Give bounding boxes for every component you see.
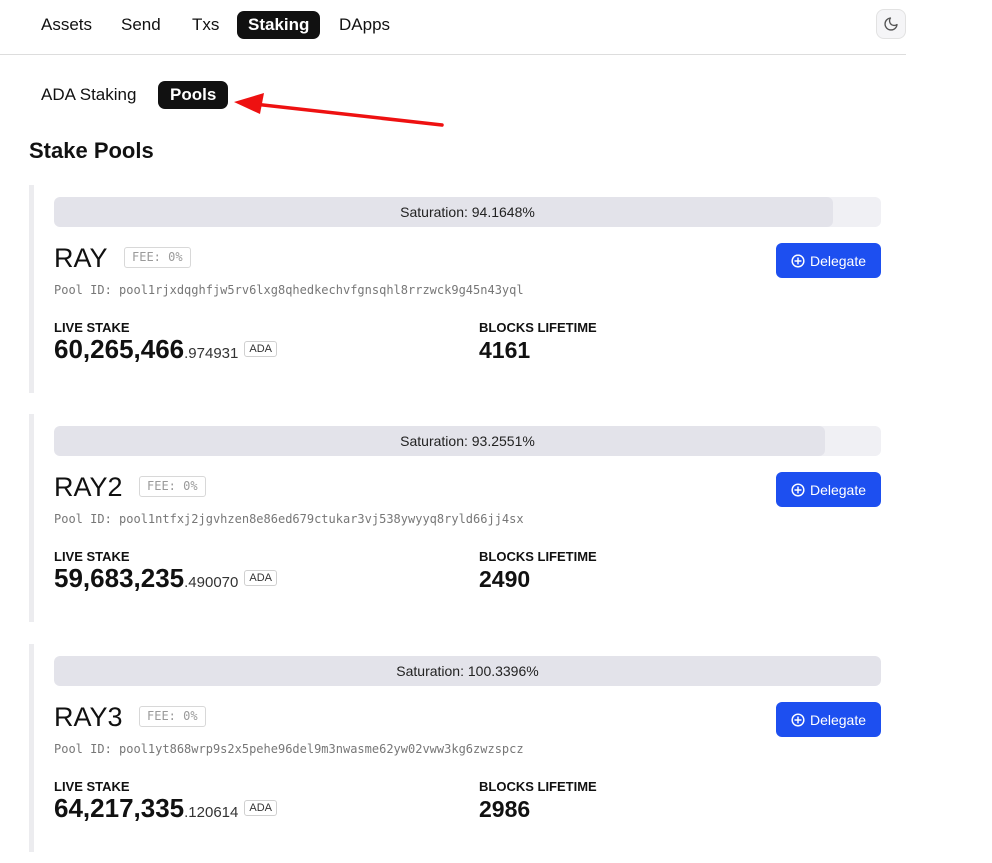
tab-send[interactable]: Send [110, 11, 172, 39]
live-stake-decimal: .974931 [184, 345, 239, 362]
pool-id: Pool ID: pool1ntfxj2jgvhzen8e86ed679ctuk… [54, 512, 524, 526]
pool-name: RAY3 [54, 702, 123, 732]
saturation-bar: Saturation: 93.2551% [54, 426, 881, 456]
page-title: Stake Pools [29, 138, 154, 163]
live-stake-label: LIVE STAKE [54, 320, 130, 335]
saturation-bar: Saturation: 100.3396% [54, 656, 881, 686]
live-stake-label: LIVE STAKE [54, 549, 130, 564]
pool-name: RAY [54, 243, 108, 273]
blocks-lifetime-label: BLOCKS LIFETIME [479, 779, 597, 794]
saturation-label: Saturation: 93.2551% [400, 433, 535, 449]
pool-card: Saturation: 100.3396% RAY3 FEE: 0% Pool … [29, 644, 889, 852]
moon-icon [884, 17, 898, 31]
delegate-label: Delegate [809, 711, 867, 728]
pool-card: Saturation: 93.2551% RAY2 FEE: 0% Pool I… [29, 414, 889, 622]
delegate-label: Delegate [809, 481, 867, 498]
subtab-ada-staking[interactable]: ADA Staking [29, 81, 148, 109]
live-stake-value: 60,265,466 .974931 ADA [54, 334, 277, 365]
pool-name: RAY2 [54, 472, 123, 502]
blocks-lifetime-label: BLOCKS LIFETIME [479, 549, 597, 564]
live-stake-integer: 59,683,235 [54, 563, 185, 593]
live-stake-label: LIVE STAKE [54, 779, 130, 794]
saturation-label: Saturation: 100.3396% [396, 663, 539, 679]
pool-id: Pool ID: pool1rjxdqghfjw5rv6lxg8qhedkech… [54, 283, 524, 297]
live-stake-value: 64,217,335 .120614 ADA [54, 793, 277, 824]
live-stake-value: 59,683,235 .490070 ADA [54, 563, 277, 594]
theme-toggle-button[interactable] [876, 9, 906, 39]
tab-dapps[interactable]: DApps [328, 11, 401, 39]
top-nav: Assets Send Txs Staking DApps [0, 0, 906, 55]
saturation-label: Saturation: 94.1648% [400, 204, 535, 220]
tab-staking[interactable]: Staking [237, 11, 321, 39]
annotation-arrow-icon [234, 93, 444, 127]
fee-badge: FEE: 0% [124, 247, 191, 268]
currency-badge: ADA [244, 570, 277, 586]
blocks-lifetime-value: 4161 [479, 337, 531, 363]
fee-badge: FEE: 0% [139, 476, 206, 497]
tab-assets[interactable]: Assets [30, 11, 103, 39]
delegate-button[interactable]: Delegate [776, 702, 881, 737]
live-stake-integer: 60,265,466 [54, 334, 185, 364]
blocks-lifetime-value: 2986 [479, 796, 531, 822]
blocks-lifetime-value: 2490 [479, 566, 531, 592]
delegate-button[interactable]: Delegate [776, 243, 881, 278]
delegate-label: Delegate [809, 252, 867, 269]
subtab-pools[interactable]: Pools [158, 81, 229, 109]
pool-card: Saturation: 94.1648% RAY FEE: 0% Pool ID… [29, 185, 889, 393]
saturation-bar: Saturation: 94.1648% [54, 197, 881, 227]
delegate-button[interactable]: Delegate [776, 472, 881, 507]
live-stake-integer: 64,217,335 [54, 793, 185, 823]
plus-circle-icon [791, 253, 805, 268]
pool-id: Pool ID: pool1yt868wrp9s2x5pehe96del9m3n… [54, 742, 524, 756]
live-stake-decimal: .490070 [184, 574, 239, 591]
blocks-lifetime-label: BLOCKS LIFETIME [479, 320, 597, 335]
live-stake-decimal: .120614 [184, 804, 239, 821]
currency-badge: ADA [244, 800, 277, 816]
fee-badge: FEE: 0% [139, 706, 206, 727]
plus-circle-icon [791, 712, 805, 727]
currency-badge: ADA [244, 341, 277, 357]
tab-txs[interactable]: Txs [181, 11, 230, 39]
plus-circle-icon [791, 482, 805, 497]
